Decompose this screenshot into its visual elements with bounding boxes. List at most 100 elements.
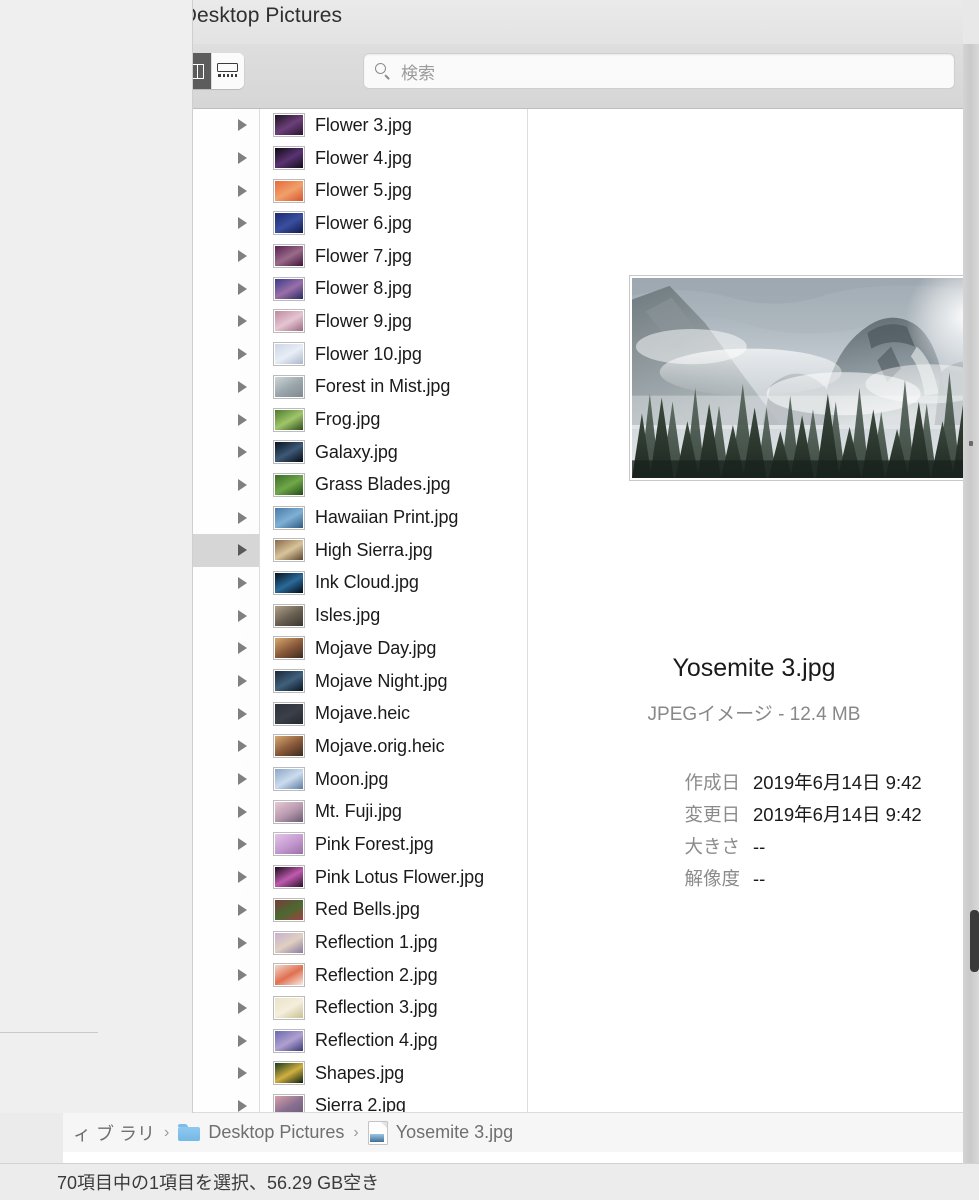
file-name: Flower 3.jpg <box>315 114 412 135</box>
file-list-item[interactable]: Pink Lotus Flower.jpg <box>260 861 527 894</box>
disclosure-triangle-icon[interactable] <box>238 1099 247 1112</box>
file-list-item[interactable]: Hawaiian Print.jpg <box>260 501 527 534</box>
view-mode-gallery-view[interactable] <box>211 53 244 89</box>
disclosure-triangle-icon[interactable] <box>238 184 247 197</box>
disclosure-triangle-icon[interactable] <box>238 903 247 916</box>
file-list-item[interactable]: Sierra 2.jpg <box>260 1090 527 1112</box>
file-list-item[interactable]: Grass Blades.jpg <box>260 469 527 502</box>
disclosure-triangle-icon[interactable] <box>238 1067 247 1080</box>
search-field[interactable]: 検索 <box>363 53 955 89</box>
disclosure-triangle-icon[interactable] <box>238 969 247 982</box>
disclosure-triangle-icon[interactable] <box>238 380 247 393</box>
file-thumbnail-icon <box>274 277 304 300</box>
disclosure-triangle-icon[interactable] <box>238 871 247 884</box>
file-thumbnail-icon <box>274 343 304 366</box>
window-right-edge <box>963 0 979 1163</box>
disclosure-triangle-icon[interactable] <box>238 250 247 263</box>
disclosure-triangle-icon[interactable] <box>238 805 247 818</box>
file-list-item[interactable]: Flower 5.jpg <box>260 174 527 207</box>
vertical-scrollbar[interactable] <box>970 910 979 972</box>
file-list-item[interactable]: Reflection 4.jpg <box>260 1024 527 1057</box>
file-thumbnail-icon <box>274 996 304 1019</box>
file-name: Mojave.heic <box>315 703 410 724</box>
disclosure-triangle-icon[interactable] <box>238 152 247 165</box>
disclosure-triangle-icon[interactable] <box>238 511 247 524</box>
file-thumbnail-icon <box>274 931 304 954</box>
disclosure-triangle-icon[interactable] <box>238 642 247 655</box>
disclosure-triangle-icon[interactable] <box>238 446 247 459</box>
file-thumbnail-icon <box>274 1094 304 1112</box>
disclosure-triangle-icon[interactable] <box>238 740 247 753</box>
disclosure-triangle-icon[interactable] <box>238 348 247 361</box>
disclosure-triangle-icon[interactable] <box>238 1001 247 1014</box>
file-list-item[interactable]: Flower 10.jpg <box>260 338 527 371</box>
file-list-item[interactable]: Mt. Fuji.jpg <box>260 795 527 828</box>
disclosure-triangle-icon[interactable] <box>238 413 247 426</box>
disclosure-triangle-icon[interactable] <box>238 838 247 851</box>
disclosure-triangle-icon[interactable] <box>238 609 247 622</box>
disclosure-triangle-icon[interactable] <box>238 544 247 557</box>
file-list-item[interactable]: Reflection 2.jpg <box>260 959 527 992</box>
file-list-item[interactable]: Frog.jpg <box>260 403 527 436</box>
preview-metadata-value: 2019年6月14日 9:42 <box>753 804 922 825</box>
file-name: Reflection 3.jpg <box>315 997 438 1018</box>
file-thumbnail-icon <box>274 114 304 137</box>
file-thumbnail-icon <box>274 408 304 431</box>
disclosure-triangle-icon[interactable] <box>238 1034 247 1047</box>
file-list-item[interactable]: Flower 7.jpg <box>260 240 527 273</box>
file-list-item[interactable]: Mojave Night.jpg <box>260 665 527 698</box>
file-list-item[interactable]: Flower 3.jpg <box>260 109 527 142</box>
file-list-item[interactable]: Forest in Mist.jpg <box>260 371 527 404</box>
disclosure-triangle-icon[interactable] <box>238 936 247 949</box>
column-browser: portortItemsss Flower 3.jpgFlower 4.jpgF… <box>63 109 979 1112</box>
disclosure-triangle-icon[interactable] <box>238 707 247 720</box>
file-list-item[interactable]: Pink Forest.jpg <box>260 828 527 861</box>
disclosure-triangle-icon[interactable] <box>238 675 247 688</box>
file-list-item[interactable]: Flower 8.jpg <box>260 272 527 305</box>
file-list-item[interactable]: Galaxy.jpg <box>260 436 527 469</box>
file-list-item[interactable]: Mojave.heic <box>260 697 527 730</box>
file-list-item[interactable]: Flower 6.jpg <box>260 207 527 240</box>
disclosure-triangle-icon[interactable] <box>238 282 247 295</box>
window-right-top-chrome <box>963 0 979 44</box>
disclosure-triangle-icon[interactable] <box>238 315 247 328</box>
breadcrumb-item[interactable]: Desktop Pictures <box>178 1122 344 1143</box>
breadcrumb-label: Yosemite 3.jpg <box>395 1122 514 1142</box>
file-list-item[interactable]: Flower 4.jpg <box>260 142 527 175</box>
file-name: Mojave Day.jpg <box>315 637 437 658</box>
file-list-item[interactable]: Mojave Day.jpg <box>260 632 527 665</box>
file-thumbnail-icon <box>274 212 304 235</box>
file-list-item[interactable]: High Sierra.jpg <box>260 534 527 567</box>
file-name: Shapes.jpg <box>315 1062 405 1083</box>
file-list-item[interactable]: Shapes.jpg <box>260 1057 527 1090</box>
file-thumbnail-icon <box>274 637 304 660</box>
column-preview: Yosemite 3.jpg JPEGイメージ - 12.4 MB 作成日 201… <box>529 109 979 1112</box>
file-list-item[interactable]: Mojave.orig.heic <box>260 730 527 763</box>
file-thumbnail-icon <box>274 506 304 529</box>
file-list-item[interactable]: Reflection 3.jpg <box>260 992 527 1025</box>
file-list-item[interactable]: Ink Cloud.jpg <box>260 567 527 600</box>
file-name: High Sierra.jpg <box>315 539 433 560</box>
file-name: Flower 4.jpg <box>315 147 412 168</box>
column-files: Flower 3.jpg Flower 4.jpg Flower 5.jpg Flow… <box>260 109 528 1112</box>
file-list-item[interactable]: Reflection 1.jpg <box>260 926 527 959</box>
search-input[interactable]: 検索 <box>401 59 435 84</box>
file-list-item[interactable]: Moon.jpg <box>260 763 527 796</box>
disclosure-triangle-icon[interactable] <box>238 478 247 491</box>
disclosure-triangle-icon[interactable] <box>238 576 247 589</box>
file-name: Flower 9.jpg <box>315 310 412 331</box>
breadcrumb-item[interactable]: Yosemite 3.jpg <box>367 1120 514 1145</box>
file-list-item[interactable]: Red Bells.jpg <box>260 894 527 927</box>
preview-metadata-key: 大きさ <box>684 836 740 857</box>
disclosure-triangle-icon[interactable] <box>238 119 247 132</box>
disclosure-triangle-icon[interactable] <box>238 217 247 230</box>
breadcrumb-item[interactable]: ィ ブ ラリ <box>73 1120 155 1146</box>
resize-indicator[interactable] <box>969 441 973 446</box>
file-list-item[interactable]: Flower 9.jpg <box>260 305 527 338</box>
file-list-item[interactable]: Isles.jpg <box>260 599 527 632</box>
file-thumbnail-icon <box>274 670 304 693</box>
preview-metadata-value: 2019年6月14日 9:42 <box>753 772 922 793</box>
file-name: Galaxy.jpg <box>315 441 398 462</box>
disclosure-triangle-icon[interactable] <box>238 773 247 786</box>
breadcrumb-separator-icon: › <box>353 1123 359 1141</box>
